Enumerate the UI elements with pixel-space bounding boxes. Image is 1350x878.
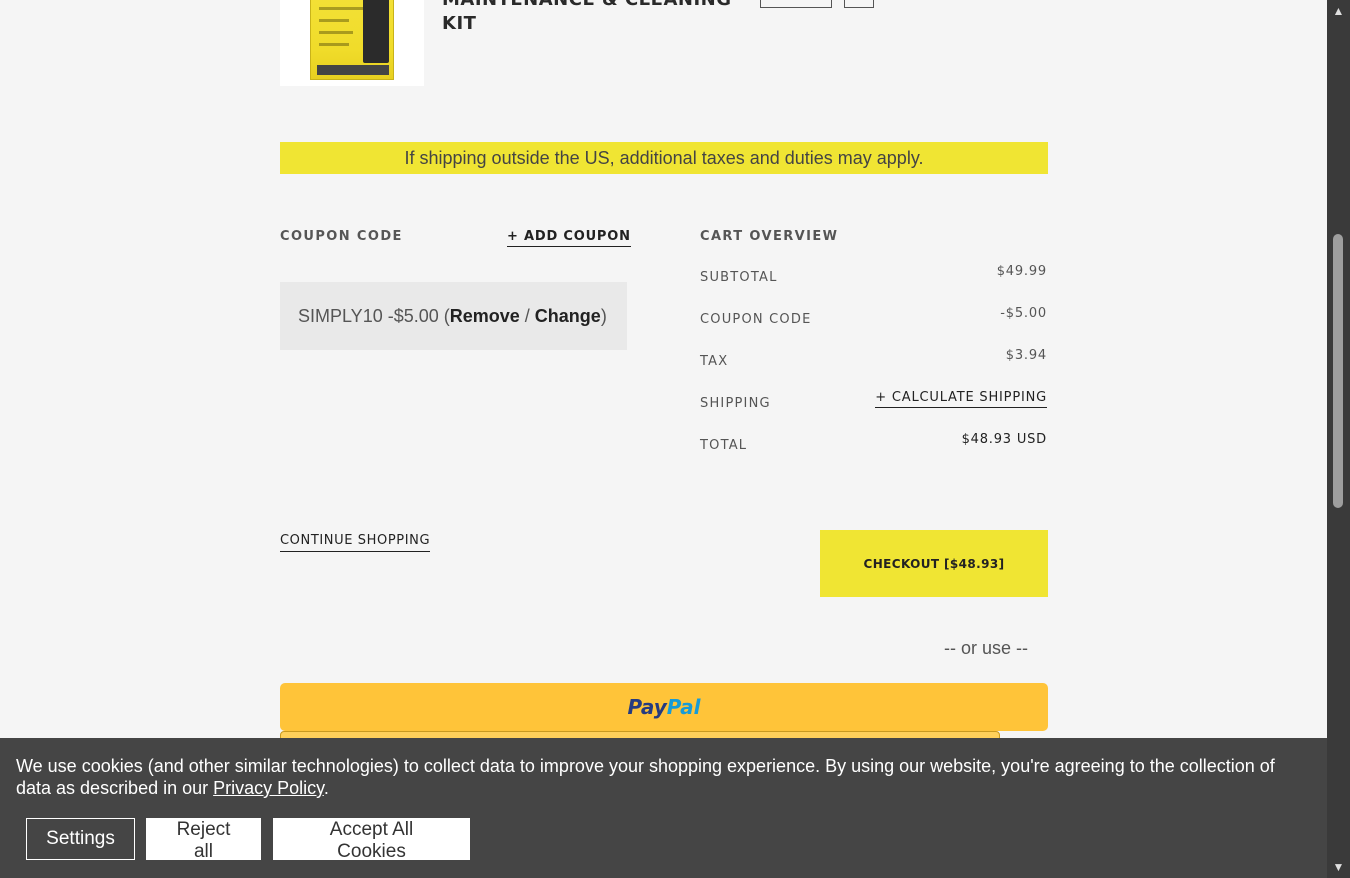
cookie-message: We use cookies (and other similar techno… — [16, 755, 1296, 799]
cart-page: MAINTENANCE & CLEANING KIT If shipping o… — [0, 0, 1327, 878]
coupon-discount-label: COUPON CODE — [700, 312, 812, 327]
tax-label: TAX — [700, 354, 729, 369]
checkout-button[interactable]: CHECKOUT [$48.93] — [820, 530, 1048, 597]
vertical-scrollbar[interactable]: ▲ ▼ — [1327, 0, 1350, 878]
privacy-policy-link[interactable]: Privacy Policy — [213, 778, 324, 798]
remove-coupon-link[interactable]: Remove — [450, 306, 520, 326]
calculate-shipping-link[interactable]: + CALCULATE SHIPPING — [875, 390, 1047, 408]
cleaning-kit-package-icon — [310, 0, 394, 80]
shipping-label: SHIPPING — [700, 396, 771, 411]
shipping-notice: If shipping outside the US, additional t… — [280, 142, 1048, 174]
product-title[interactable]: MAINTENANCE & CLEANING KIT — [442, 0, 742, 36]
reject-all-button[interactable]: Reject all — [146, 818, 261, 862]
cookie-banner: We use cookies (and other similar techno… — [0, 738, 1327, 878]
cart-overview-heading: CART OVERVIEW — [700, 229, 839, 244]
add-coupon-link[interactable]: + ADD COUPON — [507, 229, 631, 247]
cookie-settings-button[interactable]: Settings — [26, 818, 135, 860]
cookie-message-text: We use cookies (and other similar techno… — [16, 756, 1275, 798]
cookie-message-end: . — [323, 778, 329, 798]
tax-value: $3.94 — [1005, 348, 1047, 363]
coupon-row: COUPON CODE -$5.00 — [700, 306, 1047, 327]
quantity-input[interactable] — [760, 0, 832, 8]
applied-coupon-text: SIMPLY10 -$5.00 ( — [298, 306, 450, 326]
shipping-row: SHIPPING + CALCULATE SHIPPING — [700, 390, 1047, 411]
coupon-close-paren: ) — [600, 306, 607, 326]
total-label: TOTAL — [700, 438, 748, 453]
scrollbar-thumb[interactable] — [1333, 234, 1343, 508]
total-value: $48.93 USD — [961, 432, 1047, 447]
coupon-separator: / — [519, 306, 535, 326]
accept-all-cookies-button[interactable]: Accept All Cookies — [273, 818, 470, 862]
change-coupon-link[interactable]: Change — [535, 306, 601, 326]
coupon-code-heading: COUPON CODE — [280, 229, 403, 244]
or-use-text: -- or use -- — [944, 638, 1029, 658]
tax-row: TAX $3.94 — [700, 348, 1047, 369]
scroll-up-arrow-icon[interactable]: ▲ — [1327, 2, 1350, 20]
scroll-down-arrow-icon[interactable]: ▼ — [1327, 858, 1350, 876]
total-row: TOTAL $48.93 USD — [700, 432, 1047, 453]
subtotal-value: $49.99 — [996, 264, 1047, 279]
remove-item-button[interactable] — [844, 0, 874, 8]
applied-coupon-box: SIMPLY10 -$5.00 (Remove / Change) — [280, 282, 627, 350]
paypal-button[interactable]: Pay Pal — [280, 683, 1048, 731]
paypal-logo-pal: Pal — [666, 695, 701, 719]
subtotal-row: SUBTOTAL $49.99 — [700, 264, 1047, 285]
product-image[interactable] — [280, 0, 424, 86]
coupon-discount-value: -$5.00 — [1000, 306, 1047, 321]
continue-shopping-link[interactable]: CONTINUE SHOPPING — [280, 533, 431, 552]
subtotal-label: SUBTOTAL — [700, 270, 778, 285]
paypal-logo-pay: Pay — [627, 695, 667, 719]
